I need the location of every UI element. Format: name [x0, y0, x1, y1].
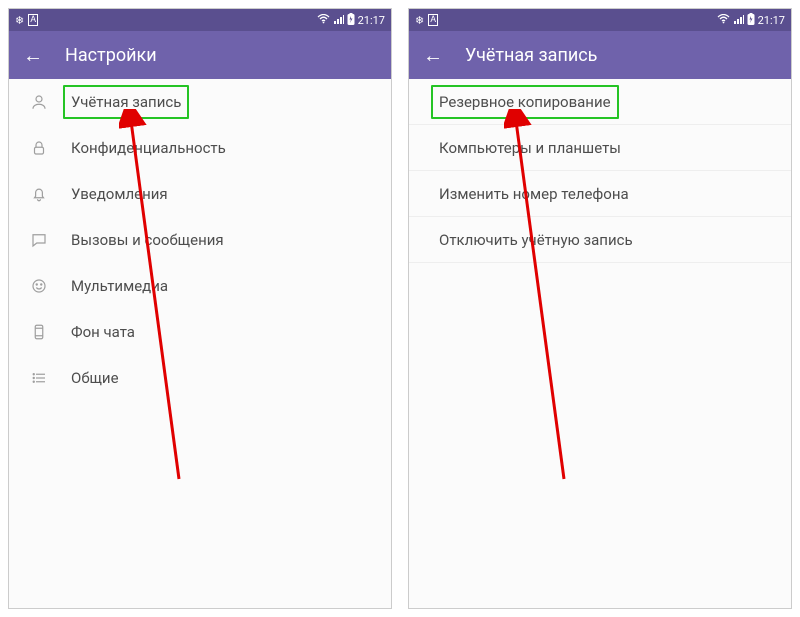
- account-list: Резервное копирование Компьютеры и планш…: [409, 79, 791, 608]
- account-item-deactivate[interactable]: Отключить учётную запись: [409, 217, 791, 263]
- status-bar: ❄ A 21:17: [9, 9, 391, 31]
- signal-icon: [733, 14, 744, 27]
- settings-list: Учётная запись Конфиденциальность Уведом…: [9, 79, 391, 608]
- highlight-box: [431, 85, 619, 119]
- status-icon: A: [28, 14, 38, 26]
- status-icon: ❄: [415, 14, 424, 27]
- wifi-icon: [717, 14, 730, 27]
- status-time: 21:17: [758, 14, 785, 27]
- account-item-backup[interactable]: Резервное копирование: [409, 79, 791, 125]
- signal-icon: [333, 14, 344, 27]
- status-icon: A: [428, 14, 438, 26]
- battery-icon: [747, 13, 755, 28]
- smile-icon: [29, 276, 49, 296]
- settings-item-chat-background[interactable]: Фон чата: [9, 309, 391, 355]
- status-time: 21:17: [358, 14, 385, 27]
- settings-item-media[interactable]: Мультимедиа: [9, 263, 391, 309]
- item-label: Отключить учётную запись: [439, 231, 633, 249]
- back-icon[interactable]: ←: [423, 45, 443, 65]
- item-label: Компьютеры и планшеты: [439, 139, 621, 157]
- status-icon: ❄: [15, 14, 24, 27]
- phone-screen-settings: ❄ A 21:17 ← Настройки Учётная запись: [8, 8, 392, 609]
- account-item-change-number[interactable]: Изменить номер телефона: [409, 171, 791, 217]
- item-label: Изменить номер телефона: [439, 185, 629, 203]
- settings-item-general[interactable]: Общие: [9, 355, 391, 401]
- page-title: Настройки: [65, 45, 157, 66]
- item-label: Мультимедиа: [71, 277, 168, 295]
- user-icon: [29, 92, 49, 112]
- wifi-icon: [317, 14, 330, 27]
- app-bar: ← Настройки: [9, 31, 391, 79]
- highlight-box: [63, 85, 189, 119]
- chat-icon: [29, 230, 49, 250]
- item-label: Конфиденциальность: [71, 139, 226, 157]
- settings-item-privacy[interactable]: Конфиденциальность: [9, 125, 391, 171]
- phone-bg-icon: [29, 322, 49, 342]
- phone-screen-account: ❄ A 21:17 ← Учётная запись Резервное коп…: [408, 8, 792, 609]
- page-title: Учётная запись: [465, 45, 597, 66]
- settings-item-calls-messages[interactable]: Вызовы и сообщения: [9, 217, 391, 263]
- app-bar: ← Учётная запись: [409, 31, 791, 79]
- back-icon[interactable]: ←: [23, 45, 43, 65]
- status-bar: ❄ A 21:17: [409, 9, 791, 31]
- item-label: Уведомления: [71, 185, 168, 203]
- lock-icon: [29, 138, 49, 158]
- settings-item-notifications[interactable]: Уведомления: [9, 171, 391, 217]
- item-label: Фон чата: [71, 323, 135, 341]
- item-label: Вызовы и сообщения: [71, 231, 224, 249]
- bell-icon: [29, 184, 49, 204]
- item-label: Общие: [71, 369, 119, 387]
- account-item-devices[interactable]: Компьютеры и планшеты: [409, 125, 791, 171]
- list-icon: [29, 368, 49, 388]
- settings-item-account[interactable]: Учётная запись: [9, 79, 391, 125]
- battery-icon: [347, 13, 355, 28]
